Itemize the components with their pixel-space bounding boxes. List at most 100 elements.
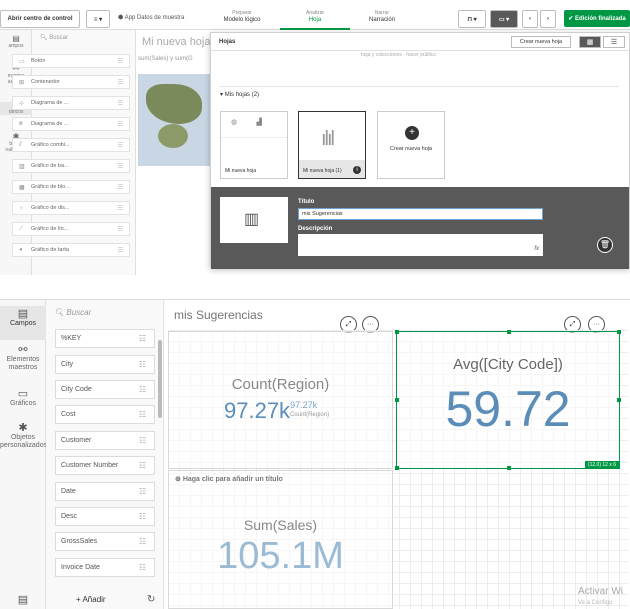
done-editing-button[interactable]: ✔ Edición finalizada (564, 10, 630, 27)
fields-search[interactable]: 🔍︎ Buscar (54, 308, 91, 317)
add-title-hint-label: Haga clic para añadir un título (182, 476, 283, 483)
field-item[interactable]: Customer ☷ (55, 431, 155, 450)
menu-button[interactable]: ≡ ▾ (86, 10, 110, 28)
description-input[interactable]: fx (298, 234, 543, 256)
left-nav: ▤ Campos ⚯ Elementos maestros ▭ Gráficos ✱ O… (0, 300, 47, 609)
asset-item[interactable]: ⊞ Contenedor ☰ (12, 75, 130, 89)
kpi-label: Count(Region) (231, 376, 330, 393)
sheet-title[interactable]: mis Sugerencias (174, 308, 263, 322)
scrollbar[interactable] (158, 340, 162, 418)
bg-map (138, 74, 210, 166)
line-chart-icon: ⟋ (19, 225, 24, 232)
asset-item-label: Gráfico de ba... (31, 163, 69, 169)
check-icon: ✔ (568, 16, 575, 22)
info-icon[interactable]: i (353, 166, 361, 174)
field-item[interactable]: Invoice Date ☷ (55, 558, 155, 577)
resize-handle[interactable] (395, 466, 399, 470)
asset-item[interactable]: ▭ Botón ☰ (12, 54, 130, 68)
asset-item[interactable]: ⟋ Gráfico de lín... ☰ (12, 222, 130, 236)
mode-narrate[interactable]: Narrar Narración (352, 10, 412, 24)
asset-item-label: Gráfico de lín... (31, 226, 69, 232)
title-input[interactable]: mis Sugerencias (298, 208, 543, 220)
app-name-label: App Datos de muestra (124, 15, 185, 21)
kpi-count-region[interactable]: Count(Region) 97.27k 97.27k Count(Region) (168, 331, 393, 469)
database-icon: ▤ (17, 308, 29, 320)
bookmark-button[interactable]: ⊓ ▾ (458, 10, 486, 28)
drag-handle-icon: ☰ (117, 100, 123, 107)
sheet-thumbnail-editor[interactable]: ▥ (220, 197, 288, 243)
hub-button[interactable]: Abrir centro de control (0, 10, 80, 28)
asset-item-label: Diagrama de ... (31, 100, 69, 106)
nav-fields-top-label: ampos (8, 43, 24, 49)
drag-handle-icon: ☷ (138, 436, 146, 445)
field-item[interactable]: City ☷ (55, 355, 155, 374)
my-sheets-section[interactable]: ▾ Mis hojas (2) (220, 91, 259, 98)
kpi-avg-city-code[interactable]: Avg([City Code]) 59.72 (12,0) 12 x 6 (395, 330, 621, 470)
asset-item-label: Diagrama de ... (31, 121, 69, 127)
field-item[interactable]: Desc ☷ (55, 507, 155, 526)
asset-item[interactable]: ▥ Gráfico de ba... ☰ (12, 159, 130, 173)
resize-handle[interactable] (395, 330, 399, 334)
resize-handle[interactable] (395, 398, 399, 402)
diagram-icon: ⩸ (19, 120, 23, 127)
list-view-button[interactable]: ☰ (603, 36, 625, 48)
title-label: Título (298, 199, 315, 205)
bottom-panel-toggle[interactable]: ▤ (0, 595, 46, 606)
asset-item[interactable]: ⊹ Diagrama de ... ☰ (12, 96, 130, 110)
sheet-card[interactable]: ılıl Mi nueva hoja (1) i (298, 111, 366, 179)
resize-handle[interactable] (507, 466, 511, 470)
dialog-header: Hojas Crear nueva hoja ▦ ☰ (211, 33, 629, 51)
map-land (146, 84, 202, 124)
drag-handle-icon: ☰ (117, 247, 123, 254)
nav-fields-top[interactable]: ▤ ampos (0, 35, 32, 50)
asset-item[interactable]: ◕ Gráfico de tarta ☰ (12, 243, 130, 257)
drag-handle-icon: ☰ (117, 163, 123, 170)
asset-item[interactable]: ⁘ Gráfico de dis... ☰ (12, 201, 130, 215)
field-item[interactable]: Customer Number ☷ (55, 456, 155, 475)
delete-icon[interactable]: 🗑︎ (597, 237, 613, 253)
bar-chart-icon: ▥ (19, 163, 25, 170)
add-button[interactable]: + Añadir (76, 595, 106, 604)
next-sheet-button[interactable]: › (540, 10, 556, 28)
asset-item[interactable]: ⩸ Diagrama de ... ☰ (12, 117, 130, 131)
drag-handle-icon: ☷ (138, 487, 146, 496)
grid-view-button[interactable]: ▦ (579, 36, 601, 48)
sheet-properties-panel: ▥ Título mis Sugerencias Descripción fx … (211, 187, 629, 269)
nav-master-items[interactable]: ⚯ Elementos maestros (0, 345, 46, 372)
create-sheet-card[interactable]: + Crear nueva hoja (377, 111, 445, 179)
mode-prepare[interactable]: Preparar Modelo lógico (212, 10, 272, 24)
add-button-label: Añadir (82, 595, 106, 604)
field-item[interactable]: City Code ☷ (55, 380, 155, 399)
field-item[interactable]: GrossSales ☷ (55, 532, 155, 551)
plus-circle-icon: ⊕ (175, 476, 183, 483)
asset-item[interactable]: ⫽ Gráfico combi... ☰ (12, 138, 130, 152)
field-item[interactable]: Cost ☷ (55, 405, 155, 424)
prev-sheet-button[interactable]: ‹ (522, 10, 538, 28)
resize-handle[interactable] (617, 398, 621, 402)
resize-handle[interactable] (507, 330, 511, 334)
assets-search[interactable]: 🔍︎ Buscar (40, 34, 68, 41)
fx-icon[interactable]: fx (534, 246, 539, 252)
drag-handle-icon: ☰ (117, 142, 123, 149)
search-icon: 🔍︎ (54, 308, 67, 317)
dialog-title: Hojas (219, 39, 236, 45)
sheets-button[interactable]: ▭ ▾ (490, 10, 518, 28)
field-item-label: Customer Number (61, 462, 119, 469)
sheet-card[interactable]: ◍ ▟ Mi nueva hoja (220, 111, 288, 179)
sheet-card-label: Mi nueva hoja (225, 168, 257, 174)
field-item[interactable]: Date ☷ (55, 482, 155, 501)
mode-analyze[interactable]: Analizar Hoja (280, 10, 350, 30)
puzzle-icon: ✱ (18, 422, 28, 434)
refresh-icon[interactable]: ↻ (147, 594, 155, 605)
kpi-sum-sales[interactable]: ⊕ Haga clic para añadir un título Sum(Sa… (168, 470, 393, 609)
nav-custom-objects[interactable]: ✱ Objetos personalizados (0, 422, 47, 450)
field-item-label: Date (61, 488, 76, 495)
create-sheet-button[interactable]: Crear nueva hoja (511, 36, 571, 48)
kpi-value: 97.27k (224, 398, 291, 423)
resize-handle[interactable] (617, 330, 621, 334)
nav-charts[interactable]: ▭ Gráficos (0, 389, 46, 408)
field-item[interactable]: %KEY ☷ (55, 329, 155, 348)
nav-fields[interactable]: ▤ Campos (0, 306, 46, 340)
add-title-hint[interactable]: ⊕ Haga clic para añadir un título (175, 475, 283, 483)
asset-item[interactable]: ▦ Gráfico de blo... ☰ (12, 180, 130, 194)
